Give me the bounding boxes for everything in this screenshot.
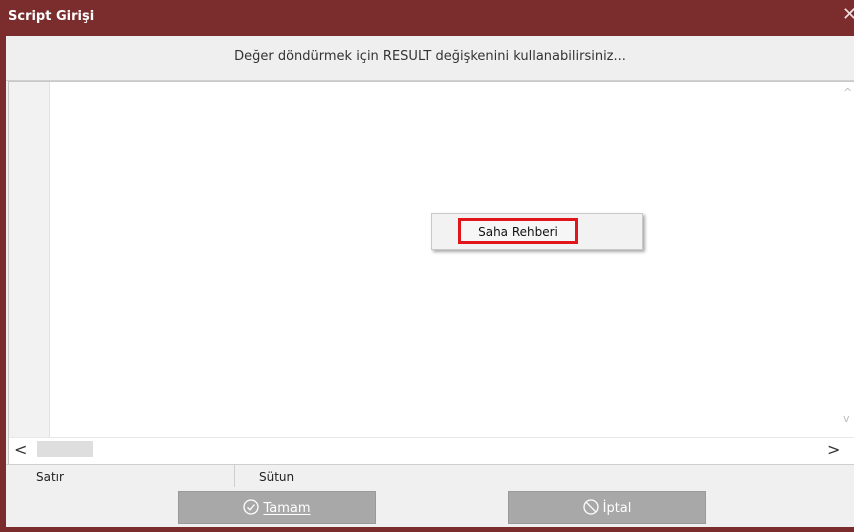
check-circle-icon <box>243 499 263 516</box>
script-dialog: Script Girişi ✕ Değer döndürmek için RES… <box>0 0 854 532</box>
ok-button-label: Tamam <box>263 501 311 516</box>
scroll-up-icon[interactable]: ^ <box>843 86 852 99</box>
status-bar: Satır Sütun <box>6 464 854 487</box>
cancel-button-label: İptal <box>602 501 632 516</box>
status-row-cell: Satır <box>6 465 235 487</box>
horizontal-scrollbar[interactable]: < > <box>9 437 854 460</box>
scroll-right-icon[interactable]: > <box>827 440 840 459</box>
horizontal-scroll-thumb[interactable] <box>37 441 93 457</box>
window-title: Script Girişi <box>8 9 95 24</box>
ok-button[interactable]: Tamam <box>178 491 376 524</box>
script-text-area[interactable] <box>50 82 840 437</box>
hint-text: Değer döndürmek için RESULT değişkenini … <box>234 49 626 64</box>
scroll-down-icon[interactable]: v <box>843 412 850 425</box>
no-entry-icon <box>582 499 603 516</box>
button-bar: Tamam İptal <box>6 487 854 527</box>
row-label: Satır <box>36 470 64 484</box>
scroll-left-icon[interactable]: < <box>14 440 27 459</box>
dialog-body: Değer döndürmek için RESULT değişkenini … <box>6 36 854 527</box>
vertical-scrollbar[interactable]: ^ v <box>840 82 854 437</box>
script-editor[interactable]: ^ v < > Saha Rehberi <box>8 81 854 465</box>
cancel-button[interactable]: İptal <box>508 491 706 524</box>
context-menu: Saha Rehberi <box>431 213 643 250</box>
title-bar[interactable]: Script Girişi ✕ <box>0 0 854 36</box>
close-icon[interactable]: ✕ <box>842 5 854 25</box>
line-number-gutter <box>9 82 50 437</box>
context-menu-item-label: Saha Rehberi <box>478 225 558 239</box>
hint-bar: Değer döndürmek için RESULT değişkenini … <box>6 36 854 81</box>
context-menu-item-saha-rehberi[interactable]: Saha Rehberi <box>458 218 578 244</box>
column-label: Sütun <box>259 470 295 484</box>
